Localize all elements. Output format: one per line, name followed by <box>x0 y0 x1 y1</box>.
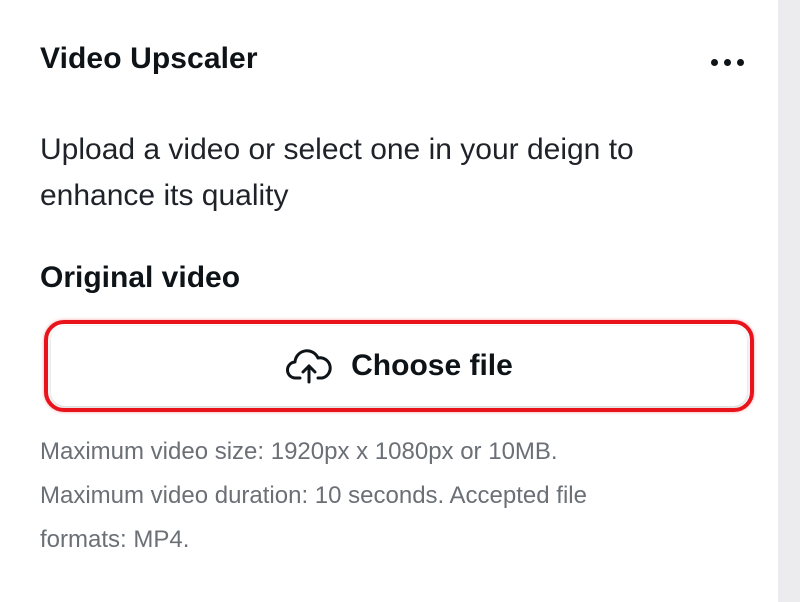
more-options-button[interactable] <box>700 44 754 80</box>
choose-file-label: Choose file <box>351 349 513 382</box>
original-video-label: Original video <box>40 261 241 294</box>
choose-file-button[interactable]: Choose file <box>51 326 747 406</box>
scrollbar-track[interactable] <box>778 0 800 602</box>
description-line-1: Upload a video or select one in your dei… <box>40 133 634 166</box>
more-horizontal-icon <box>710 58 718 66</box>
upload-requirements: Maximum video size: 1920px x 1080px or 1… <box>40 430 740 562</box>
video-upscaler-panel: Video Upscaler Upload a video or select … <box>0 0 778 602</box>
description-line-2: enhance its quality <box>40 179 289 212</box>
help-line-3: formats: MP4. <box>40 526 190 553</box>
panel-title: Video Upscaler <box>40 42 258 75</box>
help-line-2: Maximum video duration: 10 seconds. Acce… <box>40 482 587 509</box>
panel-description: Upload a video or select one in your dei… <box>40 127 740 219</box>
cloud-upload-icon <box>285 346 333 386</box>
help-line-1: Maximum video size: 1920px x 1080px or 1… <box>40 438 558 465</box>
